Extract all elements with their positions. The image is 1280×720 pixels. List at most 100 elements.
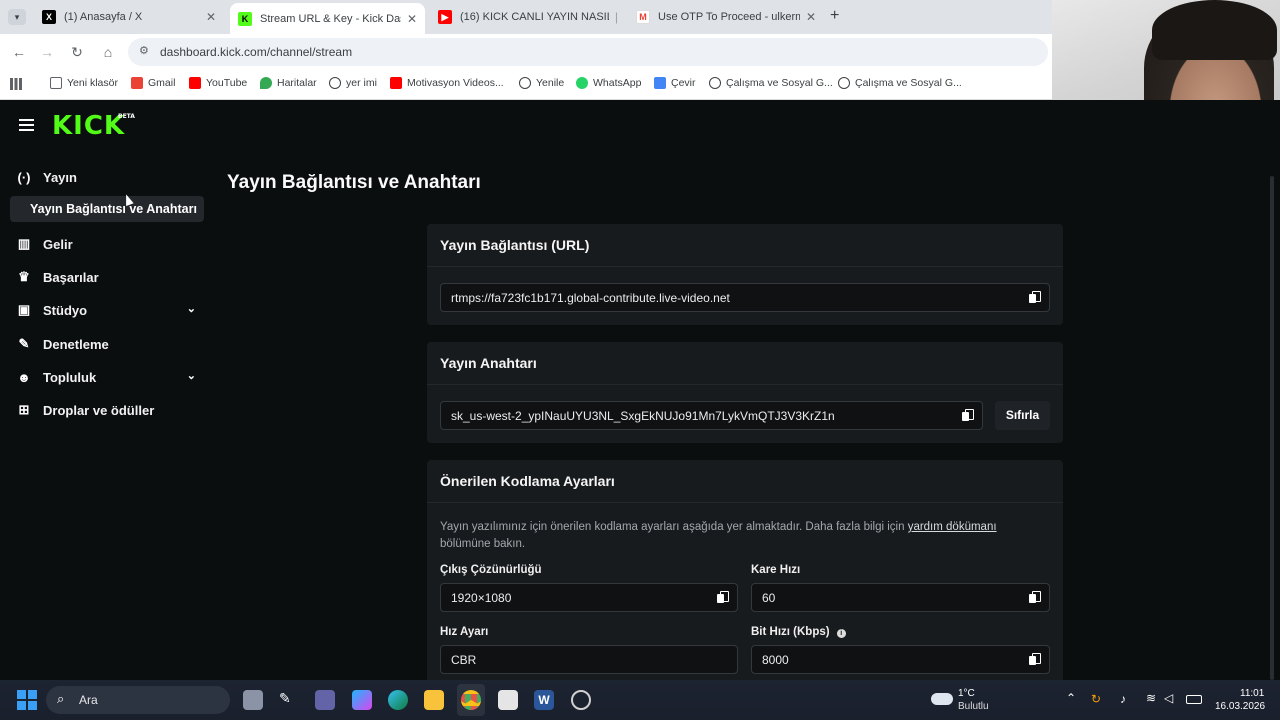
home-icon[interactable]: ⌂	[99, 43, 117, 61]
tab-kick-stream[interactable]: K Stream URL & Key - Kick Dashbo ✕	[230, 3, 425, 34]
pen-icon[interactable]: ✎	[279, 690, 299, 710]
chevron-up-icon[interactable]: ⌃	[1066, 691, 1076, 705]
tab-search-button[interactable]: ▾	[8, 9, 26, 25]
weather-temp: 1°C	[958, 688, 975, 699]
youtube-icon	[189, 77, 201, 89]
store-icon[interactable]	[498, 690, 518, 710]
sidebar-item-basarilar[interactable]: ♛ Başarılar	[16, 265, 98, 289]
bookmark-item[interactable]: Çalışma ve Sosyal G...	[709, 77, 833, 89]
folder-icon	[50, 77, 62, 89]
tab-gmail[interactable]: M Use OTP To Proceed - ulkermel ✕	[628, 4, 824, 30]
copy-icon[interactable]	[1029, 653, 1041, 666]
reload-icon[interactable]: ↻	[68, 43, 86, 61]
rate-control-field[interactable]: CBR	[440, 645, 738, 674]
stream-key-field[interactable]: sk_us-west-2_ypINauUYU3NL_SxgEkNUJo91Mn7…	[440, 401, 983, 430]
game-icon[interactable]	[571, 690, 591, 710]
bookmark-item[interactable]: Çevir	[654, 77, 696, 89]
trophy-icon: ♛	[18, 269, 30, 284]
sidebar-subitem-stream-key[interactable]: Yayın Bağlantısı ve Anahtarı	[10, 196, 204, 222]
teams-icon[interactable]	[315, 690, 335, 710]
card-heading: Yayın Bağlantısı (URL)	[427, 224, 1063, 267]
address-bar[interactable]: ⚙ dashboard.kick.com/channel/stream	[128, 38, 1048, 66]
close-icon[interactable]: ✕	[407, 12, 417, 26]
wifi-icon[interactable]: ≋	[1146, 691, 1156, 705]
page-scrollbar[interactable]	[1270, 176, 1274, 680]
bookmark-item[interactable]: Gmail	[131, 77, 175, 89]
field-label: Bit Hızı (Kbps) i	[751, 626, 846, 638]
sidebar-item-denetleme[interactable]: ✎ Denetleme	[16, 332, 109, 356]
x-logo-icon: X	[42, 10, 56, 24]
edge-icon[interactable]	[388, 690, 408, 710]
bookmark-item[interactable]: YouTube	[189, 77, 247, 89]
framerate-field[interactable]: 60	[751, 583, 1050, 612]
wrench-icon: ✎	[18, 336, 30, 351]
bookmark-item[interactable]: Çalışma ve Sosyal G...	[838, 77, 962, 89]
tab-youtube[interactable]: ▶ (16) KICK CANLI YAYIN NASIL YA |	[430, 4, 626, 30]
copy-icon[interactable]	[1029, 591, 1041, 604]
encoding-description: Yayın yazılımınız için önerilen kodlama …	[440, 521, 997, 550]
gmail-icon	[131, 77, 143, 89]
globe-icon	[329, 77, 341, 89]
windows-taskbar: ⌕ Ara ✎ W 1°C Bulutlu ⌃ ↻ ♪ ≋ ◁ 11:01 16…	[0, 680, 1280, 720]
tab-x[interactable]: X (1) Anasayfa / X ✕	[34, 4, 224, 30]
info-icon[interactable]: i	[836, 629, 846, 638]
copy-icon[interactable]	[717, 591, 729, 604]
bookmark-item[interactable]: yer imi	[329, 77, 377, 89]
clock-time[interactable]: 11:01	[1240, 688, 1264, 699]
resolution-field[interactable]: 1920×1080	[440, 583, 738, 612]
youtube-icon	[390, 77, 402, 89]
stream-url-field[interactable]: rtmps://fa723fc1b171.global-contribute.l…	[440, 283, 1050, 312]
help-doc-link[interactable]: yardım dökümanı	[908, 521, 997, 533]
encoding-settings-card: Önerilen Kodlama Ayarları Yayın yazılımı…	[427, 460, 1063, 685]
weather-desc: Bulutlu	[958, 701, 989, 712]
sidebar-item-topluluk[interactable]: ☻ Topluluk ⌄	[16, 365, 196, 389]
taskbar-search[interactable]: ⌕ Ara	[46, 686, 230, 714]
youtube-icon: ▶	[438, 10, 452, 24]
close-icon[interactable]: ✕	[806, 10, 816, 24]
chevron-down-icon[interactable]: ⌄	[187, 369, 196, 382]
sidebar-item-gelir[interactable]: ▥ Gelir	[16, 232, 73, 256]
new-tab-button[interactable]: +	[830, 7, 839, 25]
bookmark-item[interactable]: Yenile	[519, 77, 564, 89]
stream-url-card: Yayın Bağlantısı (URL) rtmps://fa723fc1b…	[427, 224, 1063, 325]
copilot-icon[interactable]	[352, 690, 372, 710]
bookmark-item[interactable]: WhatsApp	[576, 77, 641, 89]
task-view-icon[interactable]	[243, 690, 263, 710]
bookmark-item[interactable]: Motivasyon Videos...	[390, 77, 504, 89]
close-icon[interactable]: |	[615, 10, 618, 24]
search-icon: ⌕	[57, 691, 65, 706]
back-icon[interactable]: ←	[10, 43, 28, 61]
sync-icon[interactable]: ↻	[1091, 692, 1101, 706]
word-icon[interactable]: W	[534, 690, 554, 710]
kick-dashboard: KICK BETA (·) Yayın Yayın Bağlantısı ve …	[0, 100, 1280, 685]
globe-icon	[838, 77, 850, 89]
sidebar-item-droplar[interactable]: ⊞ Droplar ve ödüller	[16, 398, 155, 422]
battery-icon[interactable]	[1186, 695, 1202, 704]
apps-grid-icon[interactable]	[10, 78, 22, 90]
forward-icon[interactable]: →	[38, 43, 56, 61]
file-explorer-icon[interactable]	[424, 690, 444, 710]
microphone-icon[interactable]: ♪	[1120, 692, 1126, 706]
windows-start-icon[interactable]	[17, 690, 37, 710]
chevron-down-icon[interactable]: ⌄	[187, 302, 196, 315]
copy-icon[interactable]	[962, 409, 974, 422]
sidebar-item-yayin[interactable]: (·) Yayın	[16, 165, 77, 189]
whatsapp-icon	[576, 77, 588, 89]
reset-key-button[interactable]: Sıfırla	[995, 401, 1050, 430]
clock-date[interactable]: 16.03.2026	[1215, 701, 1265, 712]
kick-logo-icon: K	[238, 11, 252, 26]
bookmark-item[interactable]: Yeni klasör	[50, 77, 118, 89]
sidebar-item-studyo[interactable]: ▣ Stüdyo ⌄	[16, 298, 196, 322]
weather-cloud-icon	[931, 693, 953, 705]
volume-icon[interactable]: ◁	[1164, 691, 1173, 705]
bookmark-item[interactable]: Haritalar	[260, 77, 317, 89]
studio-icon: ▣	[17, 302, 31, 317]
webcam-hair	[1152, 0, 1277, 60]
copy-icon[interactable]	[1029, 291, 1041, 304]
globe-icon	[709, 77, 721, 89]
field-label: Kare Hızı	[751, 564, 801, 576]
bitrate-field[interactable]: 8000	[751, 645, 1050, 674]
site-info-icon[interactable]: ⚙	[139, 44, 149, 57]
close-icon[interactable]: ✕	[206, 10, 216, 24]
sidebar: (·) Yayın Yayın Bağlantısı ve Anahtarı ▥…	[0, 100, 212, 680]
